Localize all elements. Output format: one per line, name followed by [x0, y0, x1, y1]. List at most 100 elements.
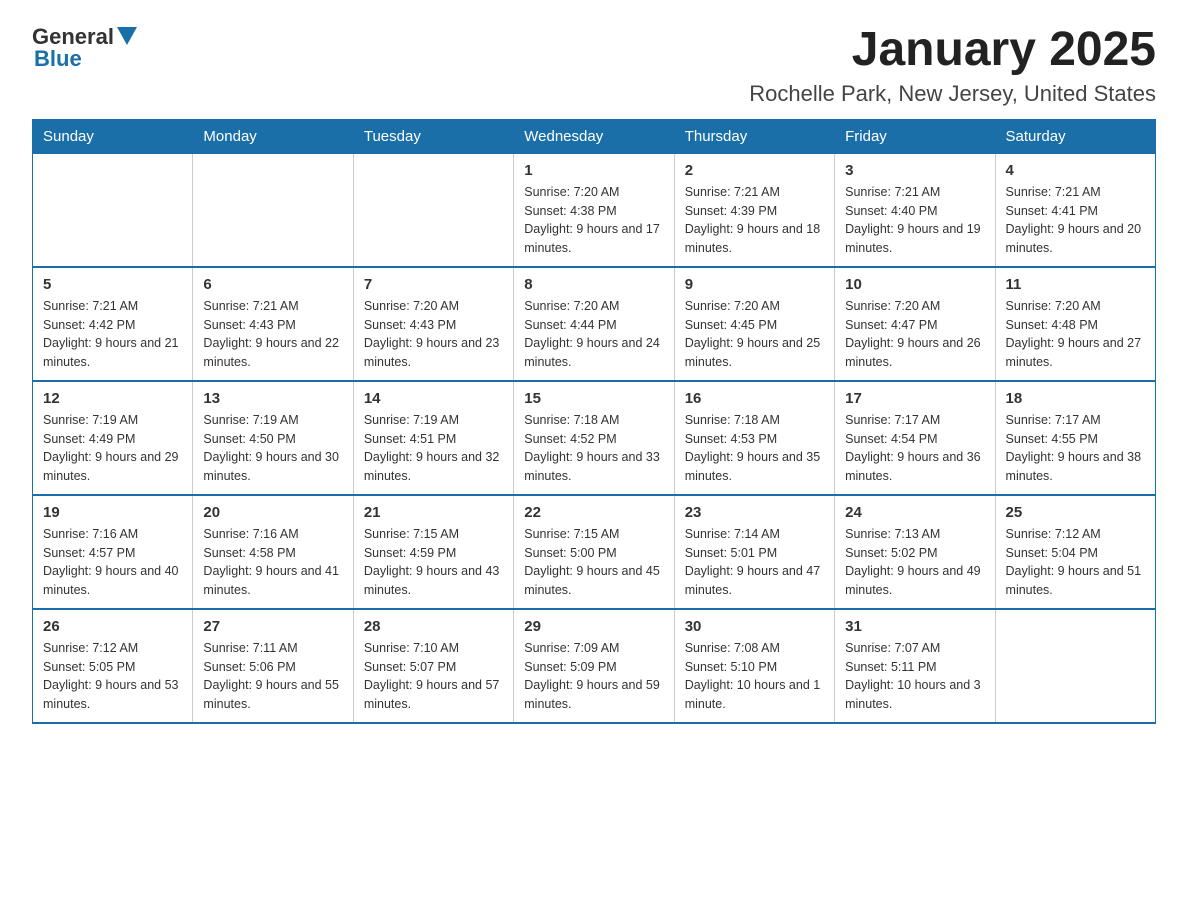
table-row	[33, 153, 193, 267]
day-info: Sunrise: 7:16 AM Sunset: 4:57 PM Dayligh…	[43, 525, 182, 600]
day-number: 31	[845, 618, 984, 635]
day-info: Sunrise: 7:18 AM Sunset: 4:52 PM Dayligh…	[524, 411, 663, 486]
logo: General Blue	[32, 24, 137, 72]
table-row: 9 Sunrise: 7:20 AM Sunset: 4:45 PM Daylig…	[674, 267, 834, 381]
day-info: Sunrise: 7:18 AM Sunset: 4:53 PM Dayligh…	[685, 411, 824, 486]
day-info: Sunrise: 7:20 AM Sunset: 4:48 PM Dayligh…	[1006, 297, 1145, 372]
calendar-week-row: 26 Sunrise: 7:12 AM Sunset: 5:05 PM Dayli…	[33, 609, 1156, 723]
day-number: 9	[685, 276, 824, 293]
calendar-title: January 2025	[749, 24, 1156, 77]
day-number: 1	[524, 162, 663, 179]
day-number: 26	[43, 618, 182, 635]
page-header: General Blue January 2025 Rochelle Park,…	[32, 24, 1156, 107]
table-row: 29 Sunrise: 7:09 AM Sunset: 5:09 PM Dayli…	[514, 609, 674, 723]
day-info: Sunrise: 7:20 AM Sunset: 4:43 PM Dayligh…	[364, 297, 503, 372]
day-number: 2	[685, 162, 824, 179]
day-info: Sunrise: 7:20 AM Sunset: 4:38 PM Dayligh…	[524, 183, 663, 258]
table-row: 17 Sunrise: 7:17 AM Sunset: 4:54 PM Dayli…	[835, 381, 995, 495]
calendar-week-row: 19 Sunrise: 7:16 AM Sunset: 4:57 PM Dayli…	[33, 495, 1156, 609]
table-row: 21 Sunrise: 7:15 AM Sunset: 4:59 PM Dayli…	[353, 495, 513, 609]
table-row: 14 Sunrise: 7:19 AM Sunset: 4:51 PM Dayli…	[353, 381, 513, 495]
table-row: 15 Sunrise: 7:18 AM Sunset: 4:52 PM Dayli…	[514, 381, 674, 495]
table-row: 31 Sunrise: 7:07 AM Sunset: 5:11 PM Dayli…	[835, 609, 995, 723]
day-number: 27	[203, 618, 342, 635]
day-info: Sunrise: 7:12 AM Sunset: 5:04 PM Dayligh…	[1006, 525, 1145, 600]
day-info: Sunrise: 7:09 AM Sunset: 5:09 PM Dayligh…	[524, 639, 663, 714]
logo-blue: Blue	[34, 46, 82, 72]
header-friday: Friday	[835, 119, 995, 153]
table-row: 3Sunrise: 7:21 AM Sunset: 4:40 PM Daylig…	[835, 153, 995, 267]
table-row: 13 Sunrise: 7:19 AM Sunset: 4:50 PM Dayli…	[193, 381, 353, 495]
day-info: Sunrise: 7:17 AM Sunset: 4:55 PM Dayligh…	[1006, 411, 1145, 486]
day-number: 6	[203, 276, 342, 293]
day-number: 14	[364, 390, 503, 407]
table-row: 10Sunrise: 7:20 AM Sunset: 4:47 PM Dayli…	[835, 267, 995, 381]
table-row: 5Sunrise: 7:21 AM Sunset: 4:42 PM Daylig…	[33, 267, 193, 381]
day-number: 17	[845, 390, 984, 407]
day-info: Sunrise: 7:13 AM Sunset: 5:02 PM Dayligh…	[845, 525, 984, 600]
day-info: Sunrise: 7:07 AM Sunset: 5:11 PM Dayligh…	[845, 639, 984, 714]
day-info: Sunrise: 7:21 AM Sunset: 4:42 PM Dayligh…	[43, 297, 182, 372]
day-number: 19	[43, 504, 182, 521]
day-info: Sunrise: 7:08 AM Sunset: 5:10 PM Dayligh…	[685, 639, 824, 714]
header-wednesday: Wednesday	[514, 119, 674, 153]
day-number: 25	[1006, 504, 1145, 521]
day-info: Sunrise: 7:20 AM Sunset: 4:45 PM Dayligh…	[685, 297, 824, 372]
day-info: Sunrise: 7:12 AM Sunset: 5:05 PM Dayligh…	[43, 639, 182, 714]
day-info: Sunrise: 7:21 AM Sunset: 4:39 PM Dayligh…	[685, 183, 824, 258]
table-row: 20Sunrise: 7:16 AM Sunset: 4:58 PM Dayli…	[193, 495, 353, 609]
table-row: 8 Sunrise: 7:20 AM Sunset: 4:44 PM Daylig…	[514, 267, 674, 381]
calendar-week-row: 1 Sunrise: 7:20 AM Sunset: 4:38 PM Daylig…	[33, 153, 1156, 267]
table-row: 18 Sunrise: 7:17 AM Sunset: 4:55 PM Dayli…	[995, 381, 1155, 495]
title-block: January 2025 Rochelle Park, New Jersey, …	[749, 24, 1156, 107]
table-row: 4Sunrise: 7:21 AM Sunset: 4:41 PM Daylig…	[995, 153, 1155, 267]
day-info: Sunrise: 7:19 AM Sunset: 4:51 PM Dayligh…	[364, 411, 503, 486]
table-row: 23Sunrise: 7:14 AM Sunset: 5:01 PM Dayli…	[674, 495, 834, 609]
day-number: 18	[1006, 390, 1145, 407]
calendar-header-row: Sunday Monday Tuesday Wednesday Thursday…	[33, 119, 1156, 153]
table-row: 1 Sunrise: 7:20 AM Sunset: 4:38 PM Daylig…	[514, 153, 674, 267]
table-row	[995, 609, 1155, 723]
day-info: Sunrise: 7:21 AM Sunset: 4:40 PM Dayligh…	[845, 183, 984, 258]
table-row	[193, 153, 353, 267]
day-number: 20	[203, 504, 342, 521]
day-number: 12	[43, 390, 182, 407]
day-info: Sunrise: 7:11 AM Sunset: 5:06 PM Dayligh…	[203, 639, 342, 714]
day-number: 30	[685, 618, 824, 635]
day-number: 29	[524, 618, 663, 635]
day-number: 22	[524, 504, 663, 521]
day-info: Sunrise: 7:20 AM Sunset: 4:44 PM Dayligh…	[524, 297, 663, 372]
header-sunday: Sunday	[33, 119, 193, 153]
table-row: 30 Sunrise: 7:08 AM Sunset: 5:10 PM Dayli…	[674, 609, 834, 723]
calendar-table: Sunday Monday Tuesday Wednesday Thursday…	[32, 119, 1156, 724]
day-info: Sunrise: 7:19 AM Sunset: 4:49 PM Dayligh…	[43, 411, 182, 486]
day-info: Sunrise: 7:14 AM Sunset: 5:01 PM Dayligh…	[685, 525, 824, 600]
table-row	[353, 153, 513, 267]
day-info: Sunrise: 7:21 AM Sunset: 4:43 PM Dayligh…	[203, 297, 342, 372]
header-thursday: Thursday	[674, 119, 834, 153]
table-row: 19 Sunrise: 7:16 AM Sunset: 4:57 PM Dayli…	[33, 495, 193, 609]
table-row: 24 Sunrise: 7:13 AM Sunset: 5:02 PM Dayli…	[835, 495, 995, 609]
calendar-week-row: 5Sunrise: 7:21 AM Sunset: 4:42 PM Daylig…	[33, 267, 1156, 381]
day-number: 7	[364, 276, 503, 293]
day-number: 8	[524, 276, 663, 293]
table-row: 28Sunrise: 7:10 AM Sunset: 5:07 PM Dayli…	[353, 609, 513, 723]
day-info: Sunrise: 7:15 AM Sunset: 4:59 PM Dayligh…	[364, 525, 503, 600]
day-number: 13	[203, 390, 342, 407]
day-number: 11	[1006, 276, 1145, 293]
table-row: 27 Sunrise: 7:11 AM Sunset: 5:06 PM Dayli…	[193, 609, 353, 723]
day-number: 24	[845, 504, 984, 521]
table-row: 22Sunrise: 7:15 AM Sunset: 5:00 PM Dayli…	[514, 495, 674, 609]
header-saturday: Saturday	[995, 119, 1155, 153]
calendar-week-row: 12 Sunrise: 7:19 AM Sunset: 4:49 PM Dayli…	[33, 381, 1156, 495]
header-tuesday: Tuesday	[353, 119, 513, 153]
day-number: 4	[1006, 162, 1145, 179]
day-number: 15	[524, 390, 663, 407]
day-info: Sunrise: 7:19 AM Sunset: 4:50 PM Dayligh…	[203, 411, 342, 486]
day-number: 21	[364, 504, 503, 521]
calendar-subtitle: Rochelle Park, New Jersey, United States	[749, 81, 1156, 107]
logo-triangle-icon	[117, 27, 137, 47]
table-row: 6 Sunrise: 7:21 AM Sunset: 4:43 PM Daylig…	[193, 267, 353, 381]
day-info: Sunrise: 7:17 AM Sunset: 4:54 PM Dayligh…	[845, 411, 984, 486]
table-row: 25 Sunrise: 7:12 AM Sunset: 5:04 PM Dayli…	[995, 495, 1155, 609]
